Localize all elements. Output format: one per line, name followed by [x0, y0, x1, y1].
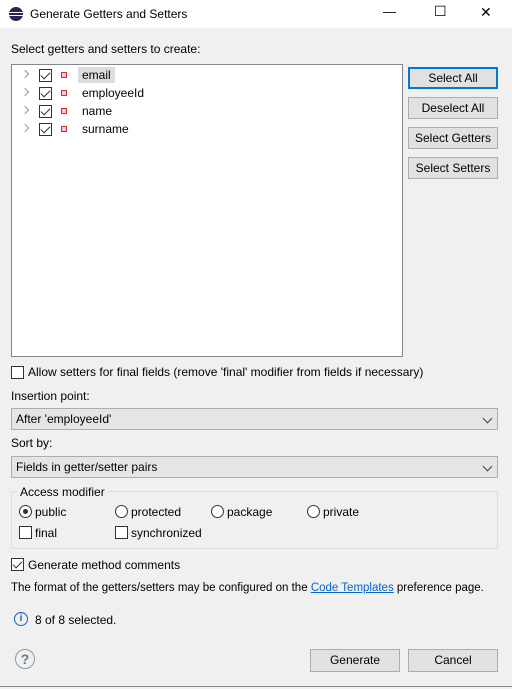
radio-private[interactable]	[307, 505, 320, 518]
item-checkbox[interactable]	[39, 105, 52, 118]
deselect-all-button[interactable]: Deselect All	[408, 97, 498, 119]
radio-label: public	[35, 505, 67, 519]
allow-final-label: Allow setters for final fields (remove '…	[28, 365, 424, 379]
field-icon	[61, 72, 67, 78]
eclipse-icon	[9, 7, 23, 21]
expand-icon[interactable]	[20, 105, 30, 115]
status-text: 8 of 8 selected.	[35, 613, 117, 627]
generate-comments-label: Generate method comments	[28, 558, 181, 572]
window-title: Generate Getters and Setters	[30, 7, 188, 21]
insertion-label: Insertion point:	[11, 389, 90, 403]
field-icon	[61, 108, 67, 114]
generate-button[interactable]: Generate	[310, 649, 400, 672]
expand-icon[interactable]	[20, 69, 30, 79]
select-setters-button[interactable]: Select Setters	[408, 157, 498, 179]
expand-icon[interactable]	[20, 87, 30, 97]
title-bar: Generate Getters and Setters — ☐ ✕	[0, 0, 512, 28]
item-checkbox[interactable]	[39, 123, 52, 136]
code-templates-link[interactable]: Code Templates	[311, 582, 394, 594]
item-label: surname	[82, 122, 129, 136]
insertion-point-select[interactable]: After 'employeeId'	[11, 408, 498, 430]
format-text: The format of the getters/setters may be…	[11, 582, 506, 594]
item-checkbox[interactable]	[39, 69, 52, 82]
item-label: employeeId	[82, 86, 145, 100]
radio-label: package	[227, 505, 273, 519]
maximize-button[interactable]: ☐	[434, 3, 447, 20]
format-after: preference page.	[393, 582, 484, 594]
tree-label: Select getters and setters to create:	[11, 42, 201, 56]
item-label: name	[82, 104, 113, 118]
access-legend: Access modifier	[17, 485, 108, 499]
radio-label: private	[323, 505, 360, 519]
tree-item-email[interactable]: email	[18, 66, 378, 84]
chevron-down-icon	[482, 461, 493, 472]
info-icon: i	[14, 612, 28, 626]
sort-label: Sort by:	[11, 436, 53, 450]
close-button[interactable]: ✕	[480, 4, 492, 21]
field-icon	[61, 126, 67, 132]
radio-public[interactable]	[19, 505, 32, 518]
tree-item-name[interactable]: name	[18, 102, 378, 120]
synchronized-label: synchronized	[131, 526, 202, 540]
item-checkbox[interactable]	[39, 87, 52, 100]
tree-item-employeeid[interactable]: employeeId	[18, 84, 378, 102]
fields-tree[interactable]: email employeeId name surname	[11, 64, 403, 357]
tree-item-surname[interactable]: surname	[18, 120, 378, 138]
expand-icon[interactable]	[20, 123, 30, 133]
sort-value: Fields in getter/setter pairs	[16, 460, 158, 474]
cancel-button[interactable]: Cancel	[408, 649, 498, 672]
radio-label: protected	[131, 505, 182, 519]
minimize-button[interactable]: —	[383, 4, 396, 19]
generate-comments-checkbox[interactable]	[11, 558, 24, 571]
insertion-value: After 'employeeId'	[16, 412, 112, 426]
help-icon[interactable]: ?	[15, 649, 35, 669]
radio-package[interactable]	[211, 505, 224, 518]
chevron-down-icon	[482, 413, 493, 424]
final-label: final	[35, 526, 58, 540]
radio-protected[interactable]	[115, 505, 128, 518]
item-label: email	[78, 67, 115, 83]
select-getters-button[interactable]: Select Getters	[408, 127, 498, 149]
format-before: The format of the getters/setters may be…	[11, 582, 311, 594]
sort-by-select[interactable]: Fields in getter/setter pairs	[11, 456, 498, 478]
access-modifier-group	[11, 491, 498, 549]
synchronized-checkbox[interactable]	[115, 526, 128, 539]
field-icon	[61, 90, 67, 96]
allow-final-checkbox[interactable]	[11, 366, 24, 379]
select-all-button[interactable]: Select All	[408, 67, 498, 89]
window-border	[0, 686, 512, 687]
final-checkbox[interactable]	[19, 526, 32, 539]
